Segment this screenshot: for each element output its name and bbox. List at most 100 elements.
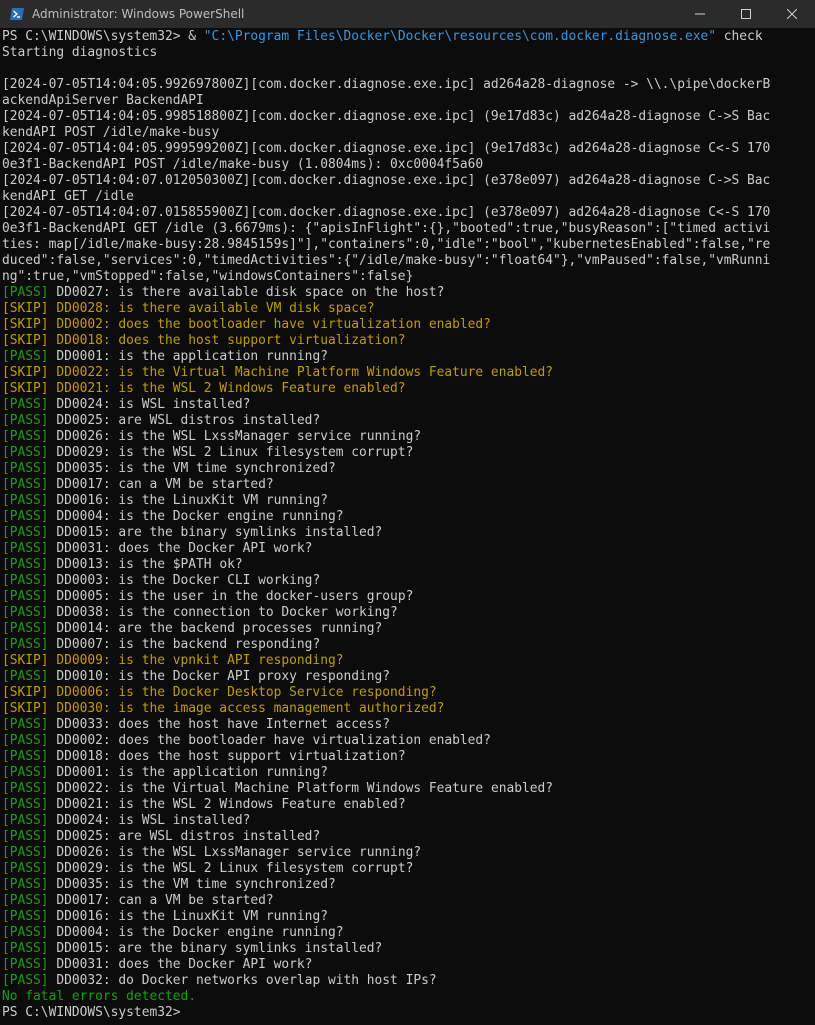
terminal-text: [PASS] bbox=[2, 477, 49, 492]
terminal-line: Starting diagnostics bbox=[2, 45, 815, 61]
terminal-line: [SKIP] DD0009: is the vpnkit API respond… bbox=[2, 653, 815, 669]
terminal-text: [PASS] bbox=[2, 557, 49, 572]
terminal-line: [PASS] DD0005: is the user in the docker… bbox=[2, 589, 815, 605]
terminal-text: [PASS] bbox=[2, 397, 49, 412]
terminal-text: [SKIP] DD0018: does the host support vir… bbox=[2, 333, 406, 348]
terminal-text: DD0025: are WSL distros installed? bbox=[48, 829, 321, 844]
maximize-icon bbox=[741, 9, 751, 19]
terminal-line: [PASS] DD0025: are WSL distros installed… bbox=[2, 829, 815, 845]
terminal-line: [PASS] DD0002: does the bootloader have … bbox=[2, 733, 815, 749]
terminal-text: [PASS] bbox=[2, 877, 49, 892]
terminal-text: [PASS] bbox=[2, 285, 49, 300]
minimize-icon bbox=[695, 13, 705, 15]
terminal-text: DD0016: is the LinuxKit VM running? bbox=[48, 909, 328, 924]
terminal-line: [PASS] DD0001: is the application runnin… bbox=[2, 765, 815, 781]
terminal-text: 0e3f1-BackendAPI POST /idle/make-busy (1… bbox=[2, 157, 484, 172]
terminal-text: DD0029: is the WSL 2 Linux filesystem co… bbox=[48, 861, 414, 876]
minimize-button[interactable] bbox=[677, 0, 723, 28]
terminal-text: DD0026: is the WSL LxssManager service r… bbox=[48, 429, 422, 444]
close-button[interactable] bbox=[769, 0, 815, 28]
terminal-text: "C:\Program Files\Docker\Docker\resource… bbox=[203, 29, 717, 44]
powershell-icon bbox=[9, 6, 25, 22]
terminal-text: [PASS] bbox=[2, 733, 49, 748]
window-title: Administrator: Windows PowerShell bbox=[32, 7, 245, 21]
terminal-text: check bbox=[716, 29, 763, 44]
terminal-text: [SKIP] DD0030: is the image access manag… bbox=[2, 701, 445, 716]
terminal-text: [PASS] bbox=[2, 717, 49, 732]
terminal-line: ties: map[/idle/make-busy:28.9845159s]"]… bbox=[2, 237, 815, 253]
title-bar[interactable]: Administrator: Windows PowerShell bbox=[0, 0, 815, 28]
terminal-text: [PASS] bbox=[2, 749, 49, 764]
terminal-line: [SKIP] DD0018: does the host support vir… bbox=[2, 333, 815, 349]
terminal-text: DD0031: does the Docker API work? bbox=[48, 957, 313, 972]
terminal-text: [PASS] bbox=[2, 909, 49, 924]
terminal-text: DD0001: is the application running? bbox=[48, 765, 328, 780]
terminal-line: No fatal errors detected. bbox=[2, 989, 815, 1005]
terminal-line: [PASS] DD0029: is the WSL 2 Linux filesy… bbox=[2, 445, 815, 461]
terminal-line: [PASS] DD0026: is the WSL LxssManager se… bbox=[2, 845, 815, 861]
terminal-line: [PASS] DD0021: is the WSL 2 Windows Feat… bbox=[2, 797, 815, 813]
terminal-text: DD0002: does the bootloader have virtual… bbox=[48, 733, 491, 748]
terminal-line: [PASS] DD0003: is the Docker CLI working… bbox=[2, 573, 815, 589]
terminal-text: [SKIP] DD0022: is the Virtual Machine Pl… bbox=[2, 365, 554, 380]
terminal-text: ng":true,"vmStopped":false,"windowsConta… bbox=[2, 269, 414, 284]
terminal-line: [PASS] DD0033: does the host have Intern… bbox=[2, 717, 815, 733]
terminal-line: [PASS] DD0032: do Docker networks overla… bbox=[2, 973, 815, 989]
terminal-line: [PASS] DD0024: is WSL installed? bbox=[2, 813, 815, 829]
terminal-text: [PASS] bbox=[2, 781, 49, 796]
terminal-line: PS C:\WINDOWS\system32> & "C:\Program Fi… bbox=[2, 29, 815, 45]
terminal-text: DD0015: are the binary symlinks installe… bbox=[48, 941, 383, 956]
terminal-line: [PASS] DD0027: is there available disk s… bbox=[2, 285, 815, 301]
terminal-line: [PASS] DD0035: is the VM time synchroniz… bbox=[2, 461, 815, 477]
terminal-line: [PASS] DD0004: is the Docker engine runn… bbox=[2, 509, 815, 525]
terminal-line: [SKIP] DD0002: does the bootloader have … bbox=[2, 317, 815, 333]
terminal-line: [2024-07-05T14:04:07.015855900Z][com.doc… bbox=[2, 205, 815, 221]
terminal-text: [PASS] bbox=[2, 829, 49, 844]
terminal-text: DD0026: is the WSL LxssManager service r… bbox=[48, 845, 422, 860]
terminal-line: [2024-07-05T14:04:05.999599200Z][com.doc… bbox=[2, 141, 815, 157]
terminal-line: kendAPI POST /idle/make-busy bbox=[2, 125, 815, 141]
terminal-line: [PASS] DD0014: are the backend processes… bbox=[2, 621, 815, 637]
terminal-line: 0e3f1-BackendAPI GET /idle (3.6679ms): {… bbox=[2, 221, 815, 237]
terminal-line: [PASS] DD0017: can a VM be started? bbox=[2, 893, 815, 909]
terminal-line: [SKIP] DD0028: is there available VM dis… bbox=[2, 301, 815, 317]
maximize-button[interactable] bbox=[723, 0, 769, 28]
terminal-text: DD0017: can a VM be started? bbox=[48, 477, 274, 492]
terminal-line: [PASS] DD0001: is the application runnin… bbox=[2, 349, 815, 365]
terminal-line: [PASS] DD0031: does the Docker API work? bbox=[2, 957, 815, 973]
terminal-line: duced":false,"services":0,"timedActiviti… bbox=[2, 253, 815, 269]
terminal-text: [PASS] bbox=[2, 637, 49, 652]
terminal-text: [PASS] bbox=[2, 525, 49, 540]
terminal-text: [PASS] bbox=[2, 621, 49, 636]
terminal-text: DD0013: is the $PATH ok? bbox=[48, 557, 243, 572]
terminal-text: 0e3f1-BackendAPI GET /idle (3.6679ms): {… bbox=[2, 221, 771, 236]
terminal-line: [PASS] DD0025: are WSL distros installed… bbox=[2, 413, 815, 429]
terminal-text: DD0007: is the backend responding? bbox=[48, 637, 321, 652]
terminal-text: [PASS] bbox=[2, 861, 49, 876]
terminal-line: [PASS] DD0016: is the LinuxKit VM runnin… bbox=[2, 493, 815, 509]
terminal-line: kendAPI GET /idle bbox=[2, 189, 815, 205]
terminal-text: kendAPI POST /idle/make-busy bbox=[2, 125, 220, 140]
terminal-line: [PASS] DD0029: is the WSL 2 Linux filesy… bbox=[2, 861, 815, 877]
terminal-text: [SKIP] DD0021: is the WSL 2 Windows Feat… bbox=[2, 381, 406, 396]
terminal-output[interactable]: PS C:\WINDOWS\system32> & "C:\Program Fi… bbox=[0, 28, 815, 1025]
terminal-text: [PASS] bbox=[2, 973, 49, 988]
terminal-text: DD0018: does the host support virtualiza… bbox=[48, 749, 406, 764]
terminal-line: [PASS] DD0015: are the binary symlinks i… bbox=[2, 941, 815, 957]
terminal-text: [PASS] bbox=[2, 461, 49, 476]
terminal-line: [PASS] DD0022: is the Virtual Machine Pl… bbox=[2, 781, 815, 797]
terminal-line: [2024-07-05T14:04:05.992697800Z][com.doc… bbox=[2, 77, 815, 93]
terminal-text: ackendApiServer BackendAPI bbox=[2, 93, 204, 108]
terminal-text: DD0031: does the Docker API work? bbox=[48, 541, 313, 556]
terminal-text: [PASS] bbox=[2, 509, 49, 524]
terminal-text: DD0024: is WSL installed? bbox=[48, 813, 251, 828]
terminal-text: DD0027: is there available disk space on… bbox=[48, 285, 445, 300]
terminal-line: 0e3f1-BackendAPI POST /idle/make-busy (1… bbox=[2, 157, 815, 173]
terminal-text: PS C:\WINDOWS\system32> bbox=[2, 29, 189, 44]
terminal-text: [PASS] bbox=[2, 765, 49, 780]
terminal-line: [PASS] DD0016: is the LinuxKit VM runnin… bbox=[2, 909, 815, 925]
terminal-text: DD0004: is the Docker engine running? bbox=[48, 925, 344, 940]
terminal-text: [2024-07-05T14:04:07.015855900Z][com.doc… bbox=[2, 205, 771, 220]
terminal-text: No fatal errors detected. bbox=[2, 989, 197, 1004]
